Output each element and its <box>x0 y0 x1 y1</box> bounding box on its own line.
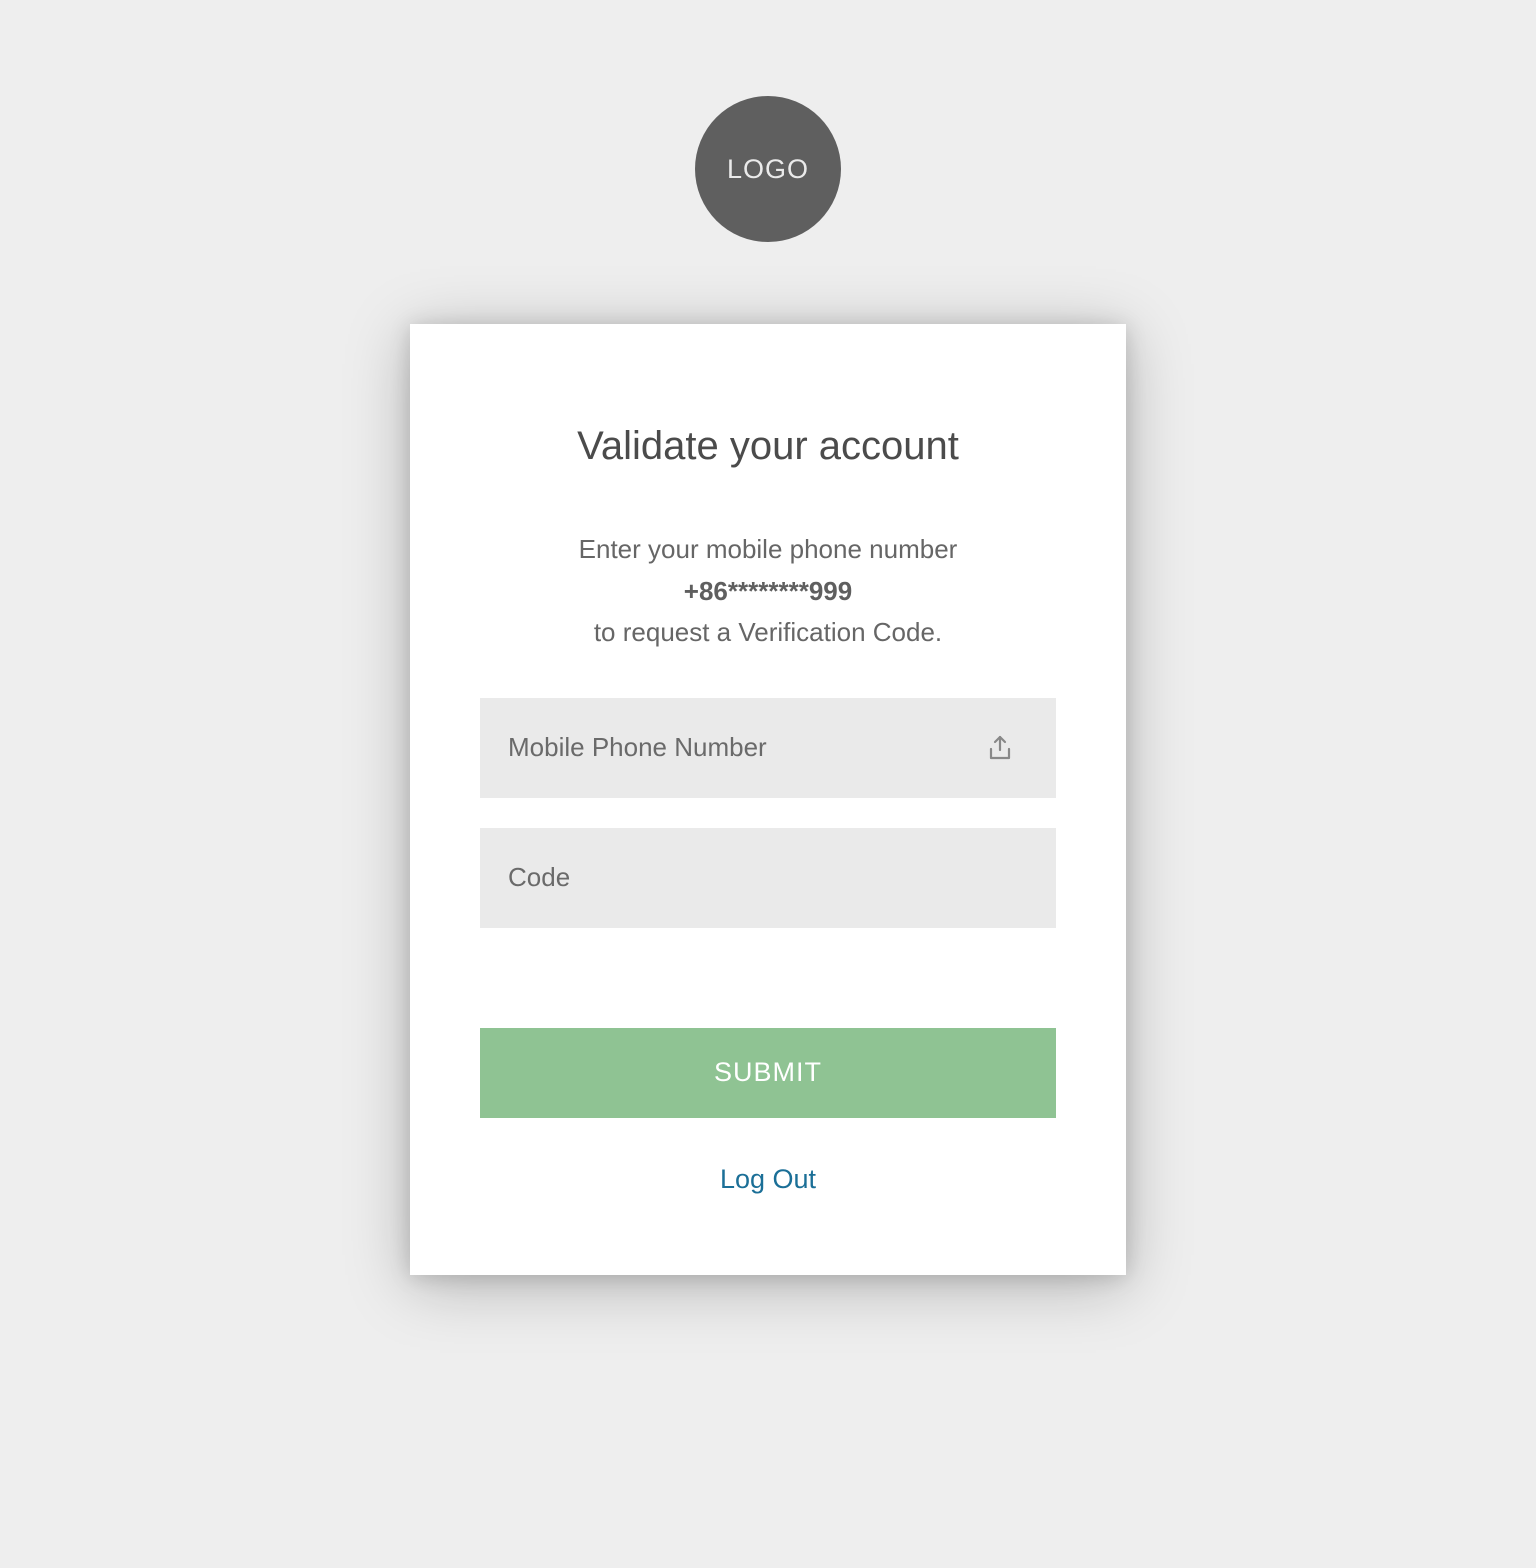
submit-button[interactable]: SUBMIT <box>480 1028 1056 1118</box>
validation-card: Validate your account Enter your mobile … <box>410 324 1126 1275</box>
instruction-line-2: to request a Verification Code. <box>594 617 942 647</box>
logo: LOGO <box>695 96 841 242</box>
logo-text: LOGO <box>727 154 809 185</box>
code-input-wrapper <box>480 828 1056 928</box>
page-title: Validate your account <box>480 424 1056 469</box>
phone-input-wrapper <box>480 698 1056 798</box>
code-input[interactable] <box>480 828 1056 928</box>
instruction-line-1: Enter your mobile phone number <box>579 534 958 564</box>
logout-link[interactable]: Log Out <box>720 1164 816 1195</box>
phone-input[interactable] <box>480 698 1056 798</box>
masked-phone-number: +86********999 <box>684 576 852 606</box>
instruction-text: Enter your mobile phone number +86******… <box>480 529 1056 654</box>
upload-icon[interactable] <box>988 735 1012 761</box>
